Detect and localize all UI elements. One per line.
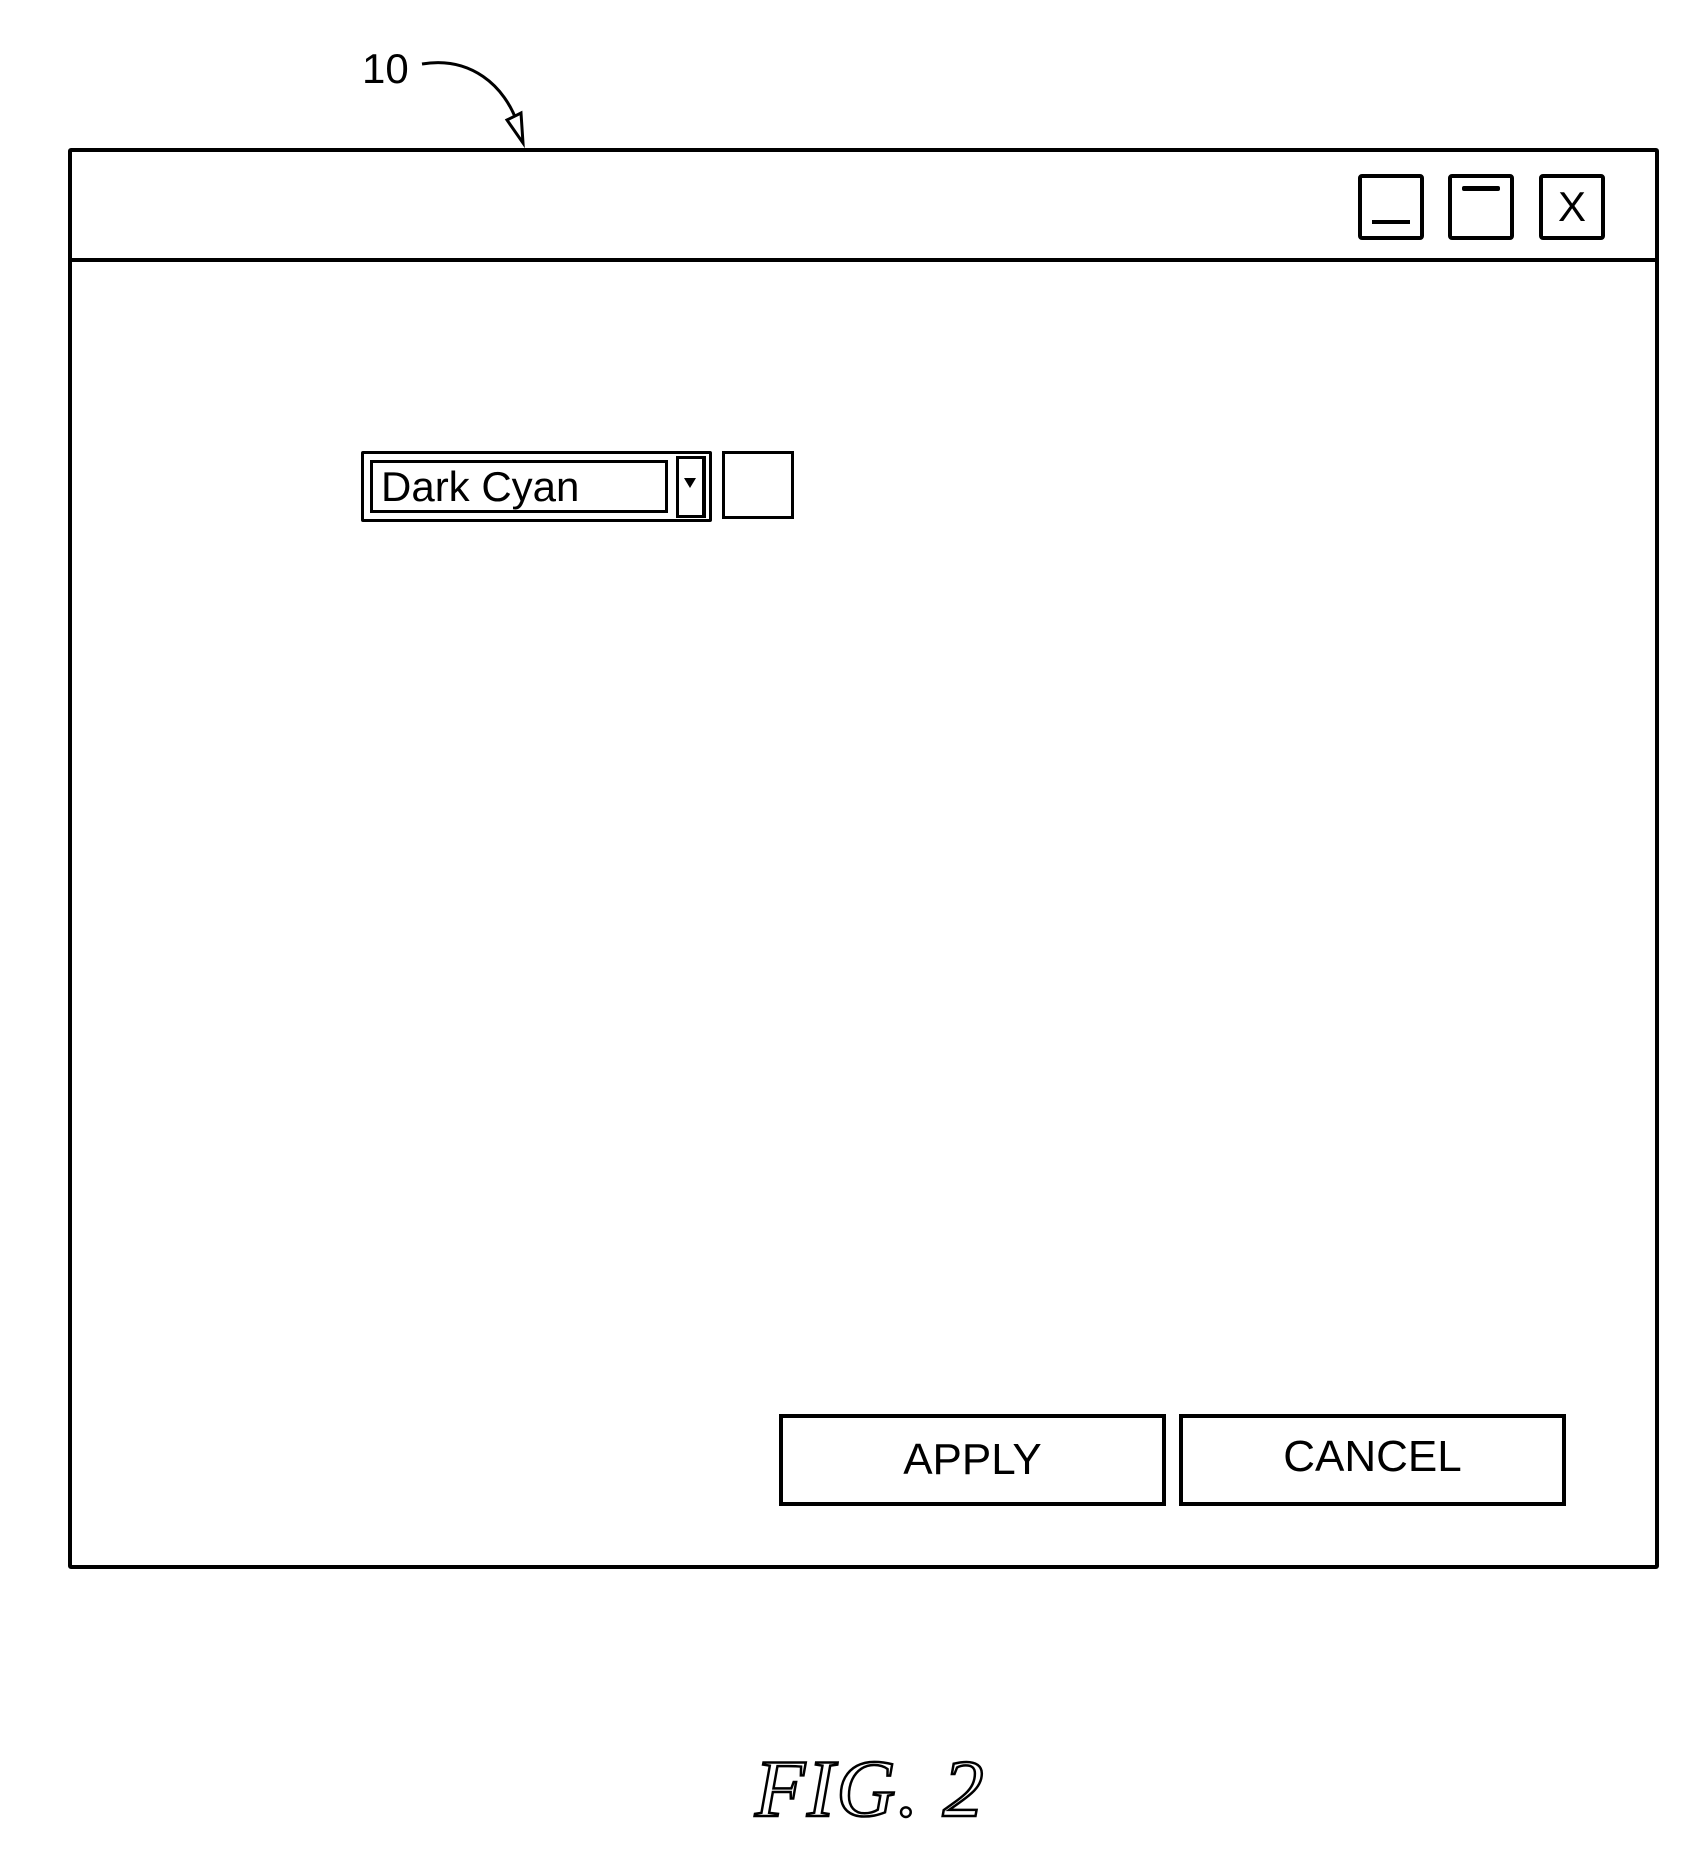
close-icon: X <box>1557 183 1586 230</box>
color-swatch <box>722 451 794 519</box>
ref-numeral-window: 10 <box>362 45 409 92</box>
minimize-button[interactable] <box>1358 174 1424 240</box>
color-dropdown[interactable]: Dark Cyan <box>361 451 712 522</box>
maximize-icon <box>1462 186 1500 191</box>
color-dropdown-value[interactable]: Dark Cyan <box>370 460 668 513</box>
maximize-button[interactable] <box>1448 174 1514 240</box>
dropdown-arrow-button[interactable] <box>676 456 706 518</box>
figure-caption: FIG. 2 <box>754 1743 986 1834</box>
minimize-icon <box>1372 220 1410 224</box>
close-button[interactable]: X <box>1539 174 1605 240</box>
cancel-button[interactable]: CANCEL <box>1179 1414 1566 1506</box>
chevron-down-icon <box>684 478 696 488</box>
arrowhead-10 <box>504 110 525 149</box>
apply-button[interactable]: APPLY <box>779 1414 1166 1506</box>
dialog-window: X Dark Cyan APPLY CANCEL <box>68 148 1659 1569</box>
leader-line-10 <box>421 61 520 126</box>
title-bar[interactable]: X <box>72 152 1655 262</box>
